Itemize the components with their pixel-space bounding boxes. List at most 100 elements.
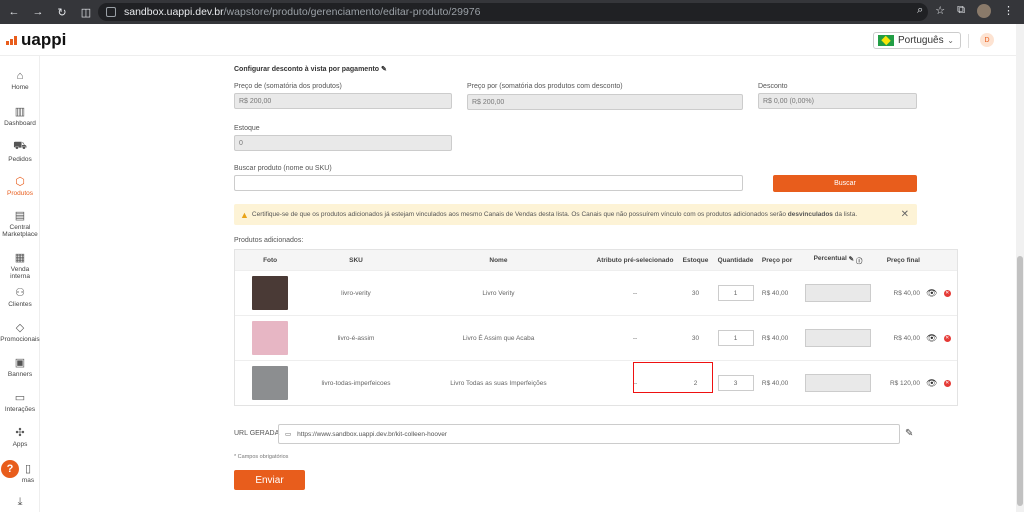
sidebar-item-home[interactable]: ⌂ Home xyxy=(0,70,40,91)
sidebar-item-clientes[interactable]: ⚇ Clientes xyxy=(0,286,40,308)
edit-icon[interactable]: ✎ xyxy=(905,428,913,439)
download-icon: ⤓ xyxy=(17,496,23,508)
forward-icon[interactable]: → xyxy=(32,6,44,19)
col-atributo: Atributo pré-selecionado xyxy=(596,256,674,264)
info-icon[interactable]: ⓘ xyxy=(856,255,863,265)
required-note: * Campos obrigatórios xyxy=(234,454,289,460)
row-sku: livro-é-assim xyxy=(337,334,375,342)
tag-icon: ◇ xyxy=(15,322,25,334)
products-table: Foto SKU Nome Atributo pré-selecionado E… xyxy=(234,249,958,406)
scrollbar-thumb[interactable] xyxy=(1017,256,1023,506)
desconto-field: R$ 0,00 (0,00%) xyxy=(758,93,917,109)
bookmark-star-icon[interactable]: ☆ xyxy=(935,4,945,18)
sidebar-item-produtos[interactable]: ⬡ Produtos xyxy=(0,175,40,197)
product-thumbnail xyxy=(252,276,289,310)
product-thumbnail xyxy=(252,321,289,355)
help-button[interactable]: ? xyxy=(1,460,19,478)
uappi-logo[interactable]: uappi xyxy=(6,30,66,50)
row-nome: Livro É Assim que Acaba xyxy=(462,334,535,342)
desconto-label: Desconto xyxy=(758,83,788,90)
percentual-input[interactable] xyxy=(804,374,871,392)
dashboard-icon: ▥ xyxy=(14,106,26,118)
quantity-input[interactable]: 1 xyxy=(717,285,754,301)
quantity-input[interactable]: 3 xyxy=(717,375,754,391)
zoom-icon[interactable]: ⌕ xyxy=(917,4,923,18)
sidebar-item-dashboard[interactable]: ▥ Dashboard xyxy=(0,105,40,127)
user-avatar[interactable]: D xyxy=(980,33,994,47)
sidebar: ⌂ Home ▥ Dashboard ⛟ Pedidos ⬡ Produtos ▤ Cen… xyxy=(0,56,40,512)
sidebar-item-interacoes[interactable]: ▭ Interações xyxy=(0,391,40,413)
row-estoque: 30 xyxy=(691,334,700,342)
sidebar-toggle-icon[interactable]: ◫ xyxy=(80,6,92,19)
chevron-down-icon: ⌄ xyxy=(947,36,954,45)
reload-icon[interactable]: ↻ xyxy=(56,6,68,19)
divider xyxy=(968,34,969,48)
sidebar-item-central-marketplace[interactable]: ▤ Central Marketplace xyxy=(0,209,40,238)
edit-icon[interactable]: ✎ xyxy=(849,255,854,265)
row-sku: livro-todas-imperfeicoes xyxy=(321,379,391,387)
url-gerada-field[interactable]: ▭ https://www.sandbox.uappi.dev.br/kit-c… xyxy=(278,424,900,444)
language-select[interactable]: Português ⌄ xyxy=(873,32,961,49)
page-scrollbar[interactable] xyxy=(1016,24,1024,512)
url-host: sandbox.uappi.dev.br xyxy=(124,6,224,18)
app-header: uappi Português ⌄ D xyxy=(0,24,1016,56)
percentual-input[interactable] xyxy=(804,329,871,347)
document-icon: ▭ xyxy=(285,431,292,438)
buscar-produto-input[interactable] xyxy=(234,175,743,191)
quantity-input[interactable]: 1 xyxy=(717,330,754,346)
warning-text: Certifique-se de que os produtos adicion… xyxy=(251,211,858,218)
extensions-icon[interactable]: ⧉ xyxy=(957,4,965,18)
table-row: livro-é-assim Livro É Assim que Acaba --… xyxy=(235,315,957,360)
row-preco-final: R$ 40,00 xyxy=(893,289,920,297)
sidebar-item-download[interactable]: ⤓ xyxy=(0,496,40,511)
discount-config-title[interactable]: Configurar desconto à vista por pagament… xyxy=(234,65,387,73)
buscar-button[interactable]: Buscar xyxy=(773,175,917,192)
main-content: Configurar desconto à vista por pagament… xyxy=(40,56,1016,512)
enviar-button[interactable]: Enviar xyxy=(234,470,305,490)
row-estoque: 30 xyxy=(691,289,700,297)
box-icon: ⬡ xyxy=(15,176,25,188)
table-header: Foto SKU Nome Atributo pré-selecionado E… xyxy=(235,250,957,270)
col-sku: SKU xyxy=(349,256,363,264)
menu-kebab-icon[interactable]: ⋮ xyxy=(1003,4,1014,18)
row-preco-por: R$ 40,00 xyxy=(761,289,789,297)
row-preco-por: R$ 40,00 xyxy=(761,334,789,342)
eye-icon[interactable]: 👁 xyxy=(920,378,937,389)
eye-icon[interactable]: 👁 xyxy=(920,333,937,344)
url-gerada-row: URL GERADA ▭ https://www.sandbox.uappi.d… xyxy=(234,424,924,444)
back-icon[interactable]: ← xyxy=(8,6,20,19)
sidebar-item-banners[interactable]: ▣ Banners xyxy=(0,356,40,378)
estoque-field: 0 xyxy=(234,135,452,151)
url-path: /wapstore/produto/gerenciamento/editar-p… xyxy=(223,6,481,18)
marketplace-icon: ▤ xyxy=(14,210,26,222)
home-icon: ⌂ xyxy=(16,70,24,82)
close-icon[interactable]: ✕ xyxy=(901,209,909,220)
row-atributo: -- xyxy=(632,334,638,342)
col-preco-final: Preço final xyxy=(886,256,920,264)
buscar-produto-label: Buscar produto (nome ou SKU) xyxy=(234,165,332,172)
sidebar-item-promocionais[interactable]: ◇ Promocionais xyxy=(0,321,40,343)
percentual-input[interactable] xyxy=(804,284,871,302)
language-label: Português xyxy=(898,35,944,46)
sidebar-item-apps[interactable]: ✣ Apps xyxy=(0,426,40,448)
eye-icon[interactable]: 👁 xyxy=(920,288,937,299)
image-icon: ▣ xyxy=(14,357,26,369)
site-info-icon[interactable] xyxy=(106,7,116,17)
address-bar[interactable]: sandbox.uappi.dev.br/wapstore/produto/ge… xyxy=(98,3,928,21)
brazil-flag-icon xyxy=(878,35,894,46)
estoque-label: Estoque xyxy=(234,125,260,132)
cart-icon: ⛟ xyxy=(13,140,27,152)
url-gerada-label: URL GERADA xyxy=(234,430,280,437)
sidebar-item-pedidos[interactable]: ⛟ Pedidos xyxy=(0,140,40,163)
remove-icon[interactable]: ✕ xyxy=(943,379,951,387)
edit-icon[interactable]: ✎ xyxy=(381,66,387,73)
remove-icon[interactable]: ✕ xyxy=(943,334,951,342)
row-sku: livro-verity xyxy=(341,289,371,297)
sidebar-item-venda-interna[interactable]: ▦ Venda interna xyxy=(0,251,40,280)
logo-bars-icon xyxy=(6,35,17,45)
table-row: livro-verity Livro Verity -- 30 1 R$ 40,… xyxy=(235,270,957,315)
product-thumbnail xyxy=(252,366,289,400)
remove-icon[interactable]: ✕ xyxy=(943,289,951,297)
profile-avatar[interactable] xyxy=(977,4,991,18)
col-foto: Foto xyxy=(263,256,278,264)
